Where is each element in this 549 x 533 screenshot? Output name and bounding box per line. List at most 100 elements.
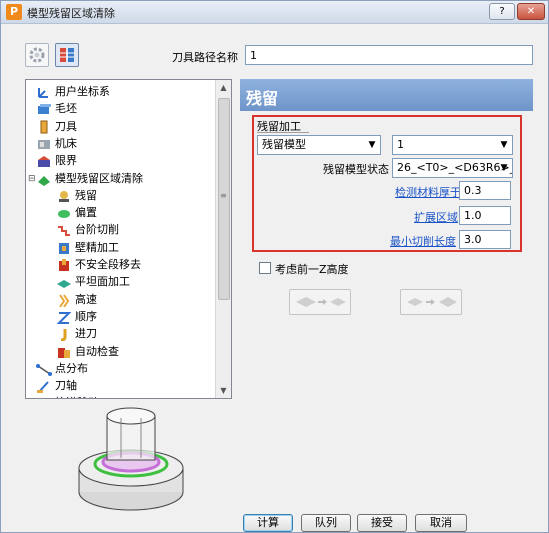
dropdown-arrow-icon[interactable]: ▼ <box>364 136 380 154</box>
min-cut-length-input[interactable]: 3.0 <box>459 230 511 249</box>
rest-model-state-label: 残留模型状态 <box>323 163 389 176</box>
rest-model-state-select[interactable]: 26_<T0>_<D63R6>_ ▼ <box>392 158 513 178</box>
tree-item-lead-in[interactable]: 进刀 <box>56 325 97 343</box>
tool-icon <box>36 120 52 134</box>
tree-item-label: 毛坯 <box>55 102 77 116</box>
accept-button[interactable]: 接受 <box>357 514 407 532</box>
tree-item-order[interactable]: 顺序 <box>56 308 97 326</box>
tree-item-block[interactable]: 毛坯 <box>36 100 77 118</box>
tree-item-label: 刀具 <box>55 119 77 133</box>
collapse-toggle-icon[interactable]: ⊟ <box>28 170 36 188</box>
high-speed-icon <box>56 293 72 308</box>
rest-type-select[interactable]: 残留模型 ▼ <box>257 135 381 155</box>
model-grid-icon <box>60 48 74 62</box>
dialog-window: P 模型残留区域清除 ? ✕ 刀具路径名称 用户坐标系毛坯刀具机床限界 ⊟ 模型残留… <box>0 0 549 533</box>
tool-settings-button[interactable] <box>25 43 49 67</box>
min-cut-length-link[interactable]: 最小切削长度 <box>390 233 456 249</box>
flat-machining-icon <box>56 275 72 289</box>
rest-type-value: 残留模型 <box>262 138 306 151</box>
toolpath-name-input[interactable] <box>245 45 533 65</box>
panel-title: 残留 <box>246 89 279 108</box>
tree-item-ucs[interactable]: 用户坐标系 <box>36 83 110 101</box>
tree-item-label: 台阶切削 <box>75 223 119 237</box>
tree-item-model-rest[interactable]: ⊟ 模型残留区域清除 <box>28 170 143 188</box>
tree-item-label: 残留 <box>75 188 97 202</box>
copy-to-button[interactable] <box>400 289 462 315</box>
tree-item-label: 不安全段移去 <box>75 258 141 271</box>
tree-item-label: 快进移动 <box>55 396 99 398</box>
tree-item-rest[interactable]: 残留 <box>56 187 97 205</box>
machine-icon <box>36 137 52 151</box>
app-icon: P <box>6 4 22 20</box>
window-title: 模型残留区域清除 <box>27 7 115 20</box>
detect-thicker-link[interactable]: 检测材料厚于 <box>395 184 461 200</box>
tree-item-label: 用户坐标系 <box>55 85 110 98</box>
gear-icon <box>29 47 45 63</box>
tree-item-label: 模型残留区域清除 <box>55 171 143 185</box>
copy-from-button[interactable] <box>289 289 351 315</box>
tree-item-flat-machining[interactable]: 平坦面加工 <box>56 273 130 291</box>
scroll-up-arrow-icon[interactable]: ▲ <box>216 80 231 95</box>
tree-item-tool-axis[interactable]: 刀轴 <box>36 377 77 395</box>
tree-item-label: 限界 <box>55 154 77 168</box>
limits-icon <box>36 154 52 168</box>
expand-area-input[interactable]: 1.0 <box>459 206 511 225</box>
tool-axis-icon <box>36 379 52 394</box>
tree-item-unsafe-segment[interactable]: 不安全段移去 <box>56 256 141 274</box>
tree-item-auto-check[interactable]: 自动检查 <box>56 343 119 361</box>
title-bar[interactable]: P 模型残留区域清除 ? ✕ <box>1 1 548 24</box>
dropdown-arrow-icon[interactable]: ▼ <box>496 136 512 154</box>
tree-item-offset[interactable]: 偏置 <box>56 204 97 222</box>
tree-item-point-distribution[interactable]: 点分布 <box>36 360 88 378</box>
tree-item-label: 高速 <box>75 292 97 306</box>
tree-item-step-cut[interactable]: 台阶切削 <box>56 221 119 239</box>
rest-icon <box>56 189 72 203</box>
ucs-icon <box>36 85 52 99</box>
strategy-tree[interactable]: 用户坐标系毛坯刀具机床限界 ⊟ 模型残留区域清除残留偏置台阶切削壁精加工 不安全段移去… <box>25 79 232 399</box>
tree-item-label: 机床 <box>55 136 77 150</box>
rest-model-select[interactable]: 1 ▼ <box>392 135 513 155</box>
help-button[interactable]: ? <box>489 3 515 20</box>
tree-item-label: 偏置 <box>75 206 97 220</box>
z-height-checkbox[interactable] <box>259 262 271 274</box>
model-view-button[interactable] <box>55 43 79 67</box>
cancel-button[interactable]: 取消 <box>415 514 467 532</box>
tree-scrollbar[interactable]: ▲ ≡ ▼ <box>215 80 231 398</box>
expand-area-link[interactable]: 扩展区域 <box>414 209 458 225</box>
tree-item-label: 平坦面加工 <box>75 275 130 289</box>
step-cut-icon <box>56 223 72 237</box>
scroll-thumb[interactable]: ≡ <box>218 98 230 300</box>
point-distribution-icon <box>36 362 52 376</box>
tree-item-label: 刀轴 <box>55 379 77 393</box>
tree-item-label: 自动检查 <box>75 344 119 358</box>
tree-item-limits[interactable]: 限界 <box>36 152 77 170</box>
tree-item-high-speed[interactable]: 高速 <box>56 291 97 309</box>
offset-icon <box>56 206 72 220</box>
tree-item-machine[interactable]: 机床 <box>36 135 77 153</box>
group-divider <box>257 132 309 133</box>
scroll-down-arrow-icon[interactable]: ▼ <box>216 383 231 398</box>
calculate-button[interactable]: 计算 <box>243 514 293 532</box>
model-rest-icon <box>36 172 52 186</box>
close-button[interactable]: ✕ <box>517 3 545 20</box>
auto-check-icon <box>56 345 72 359</box>
toolpath-name-label: 刀具路径名称 <box>172 51 238 64</box>
wall-finish-icon <box>56 241 72 255</box>
detect-thicker-input[interactable]: 0.3 <box>459 181 511 200</box>
rapid-move-icon <box>36 396 52 398</box>
tree-item-wall-finish[interactable]: 壁精加工 <box>56 239 119 257</box>
tree-item-rapid-move[interactable]: 快进移动 <box>36 394 99 398</box>
layer-arrow-icon <box>407 297 457 307</box>
tree-item-label: 点分布 <box>55 361 88 375</box>
tree-item-label: 进刀 <box>75 327 97 341</box>
queue-button[interactable]: 队列 <box>301 514 351 532</box>
order-icon <box>56 310 72 324</box>
rest-model-value: 1 <box>397 138 404 151</box>
block-icon <box>36 102 52 116</box>
panel-header: 残留 <box>240 79 533 111</box>
dropdown-arrow-icon[interactable]: ▼ <box>496 159 512 177</box>
lead-in-icon <box>56 327 72 342</box>
layer-arrow-icon <box>296 297 346 307</box>
tree-item-label: 顺序 <box>75 309 97 323</box>
tree-item-tool[interactable]: 刀具 <box>36 118 77 136</box>
